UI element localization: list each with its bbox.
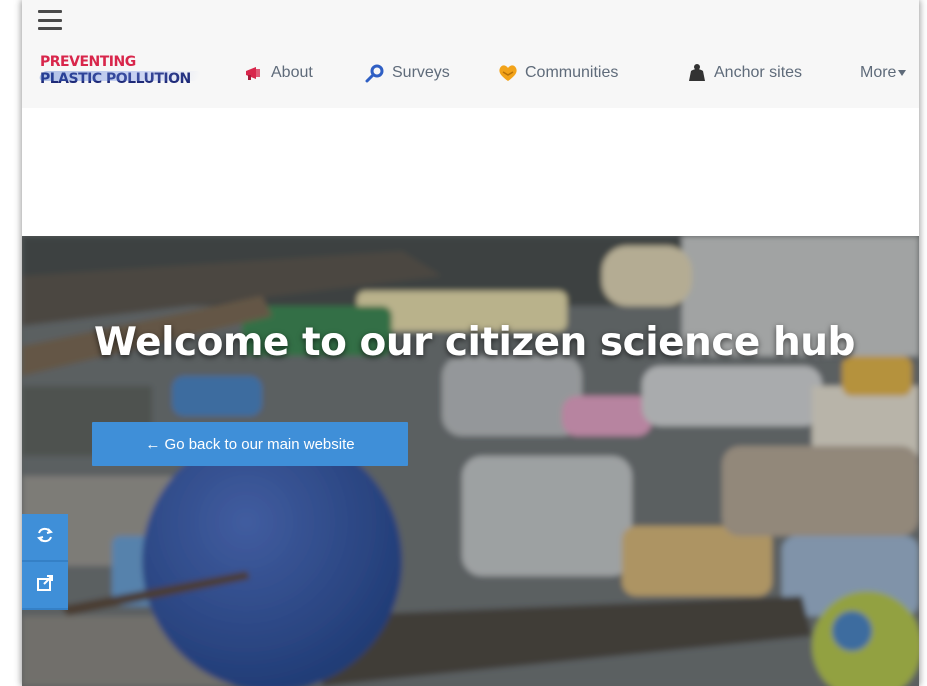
nav-label: Anchor sites: [714, 64, 803, 81]
hero-section: Welcome to our citizen science hub ← Go …: [22, 236, 919, 686]
nav-item-surveys[interactable]: Surveys: [365, 63, 450, 83]
header-spacer: [22, 108, 919, 236]
nav-item-more[interactable]: More: [860, 63, 907, 83]
main-navbar: PREVENTING PLASTIC POLLUTION About Surve…: [22, 42, 919, 108]
brand-logo[interactable]: PREVENTING PLASTIC POLLUTION: [38, 54, 230, 96]
caret-down-icon: [898, 63, 907, 83]
nav-label: More: [860, 64, 897, 81]
back-to-main-website-button[interactable]: ← Go back to our main website: [92, 422, 408, 466]
nav-label: Surveys: [392, 64, 450, 81]
magnifier-icon: [365, 63, 385, 83]
logo-swoosh: [38, 71, 202, 81]
anchor-icon: [687, 63, 707, 83]
heart-handshake-icon: [498, 63, 518, 83]
megaphone-icon: [244, 63, 264, 83]
nav-item-about[interactable]: About: [244, 63, 313, 83]
nav-item-communities[interactable]: Communities: [498, 63, 618, 83]
hamburger-menu-icon[interactable]: [38, 10, 62, 30]
refresh-icon: [36, 526, 54, 549]
share-icon: [36, 574, 54, 597]
logo-line-1: PREVENTING: [40, 54, 136, 70]
hero-title: Welcome to our citizen science hub: [94, 320, 855, 365]
nav-item-anchor-sites[interactable]: Anchor sites: [687, 63, 802, 83]
refresh-button[interactable]: [22, 514, 68, 562]
side-toolbar: [22, 514, 68, 610]
share-button[interactable]: [22, 562, 68, 610]
top-bar: [22, 0, 919, 42]
nav-label: About: [271, 64, 313, 81]
nav-label: Communities: [525, 64, 619, 81]
app-window: PREVENTING PLASTIC POLLUTION About Surve…: [22, 0, 919, 686]
